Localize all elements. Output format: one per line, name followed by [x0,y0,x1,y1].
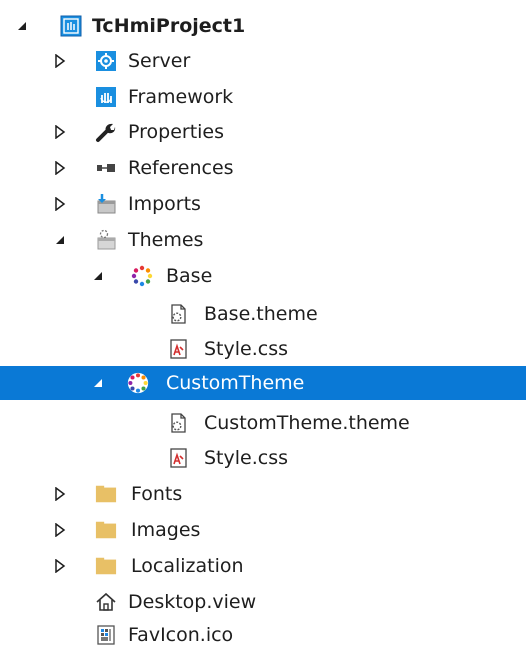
tree-item-references[interactable]: References [0,151,526,185]
imports-icon [95,187,117,221]
framework-icon [95,80,117,114]
wrench-icon [95,115,117,149]
tree-item-label: Style.css [204,338,289,360]
tree-item-label: Server [128,50,191,72]
folder-icon [95,477,117,511]
tree-item-framework[interactable]: Framework [0,80,526,114]
tree-item-label: TcHmiProject1 [92,15,246,37]
tree-item-desktop-view[interactable]: Desktop.view [0,585,526,619]
project-icon [60,9,82,43]
themes-icon [95,223,117,257]
collapsed-arrow-icon[interactable] [50,187,70,221]
tree-item-localization[interactable]: Localization [0,549,526,583]
collapsed-arrow-icon[interactable] [50,44,70,78]
theme-palette-icon [131,259,153,293]
tree-item-label: Base [166,265,213,287]
expanded-arrow-icon[interactable] [12,9,32,43]
tree-item-base-theme[interactable]: Base.theme [0,297,526,331]
folder-icon [95,549,117,583]
references-icon [95,151,117,185]
tree-item-images[interactable]: Images [0,513,526,547]
collapsed-arrow-icon[interactable] [50,151,70,185]
tree-item-label: FavIcon.ico [128,624,234,646]
tree-item-base-style-css[interactable]: Style.css [0,332,526,366]
tree-item-label: Base.theme [204,303,318,325]
tree-item-label: References [128,157,234,179]
tree-item-label: Localization [131,555,244,577]
tree-item-label: Framework [128,86,234,108]
tree-item-label: Images [131,519,201,541]
collapsed-arrow-icon[interactable] [50,477,70,511]
theme-palette-icon [127,366,149,400]
tree-item-customtheme[interactable]: CustomTheme [0,366,526,400]
tree-item-label: Imports [128,193,201,215]
folder-icon [95,513,117,547]
tree-item-imports[interactable]: Imports [0,187,526,221]
tree-item-label: Desktop.view [128,591,257,613]
css-file-icon [167,441,189,475]
tree-item-fonts[interactable]: Fonts [0,477,526,511]
tree-item-label: Themes [128,229,204,251]
expanded-arrow-icon[interactable] [88,259,108,293]
tree-item-server[interactable]: Server [0,44,526,78]
tree-item-tchmiproject1[interactable]: TcHmiProject1 [0,9,526,43]
tree-item-label: Properties [128,121,225,143]
tree-item-properties[interactable]: Properties [0,115,526,149]
tree-item-label: CustomTheme [166,372,305,394]
tree-item-customtheme-style-css[interactable]: Style.css [0,441,526,475]
tree-item-favicon-ico[interactable]: FavIcon.ico [0,618,526,652]
expanded-arrow-icon[interactable] [50,223,70,257]
home-icon [95,585,117,619]
theme-file-icon [167,297,189,331]
tree-item-themes[interactable]: Themes [0,223,526,257]
tree-item-base[interactable]: Base [0,259,526,293]
collapsed-arrow-icon[interactable] [50,513,70,547]
solution-explorer-tree: TcHmiProject1 Server Framework Propertie… [0,0,526,649]
collapsed-arrow-icon[interactable] [50,549,70,583]
expanded-arrow-icon[interactable] [88,366,108,400]
tree-item-label: Style.css [204,447,289,469]
theme-file-icon [167,406,189,440]
image-file-icon [95,618,117,652]
tree-item-label: Fonts [131,483,183,505]
tree-item-customtheme-theme[interactable]: CustomTheme.theme [0,406,526,440]
server-icon [95,44,117,78]
css-file-icon [167,332,189,366]
tree-item-label: CustomTheme.theme [204,412,410,434]
collapsed-arrow-icon[interactable] [50,115,70,149]
